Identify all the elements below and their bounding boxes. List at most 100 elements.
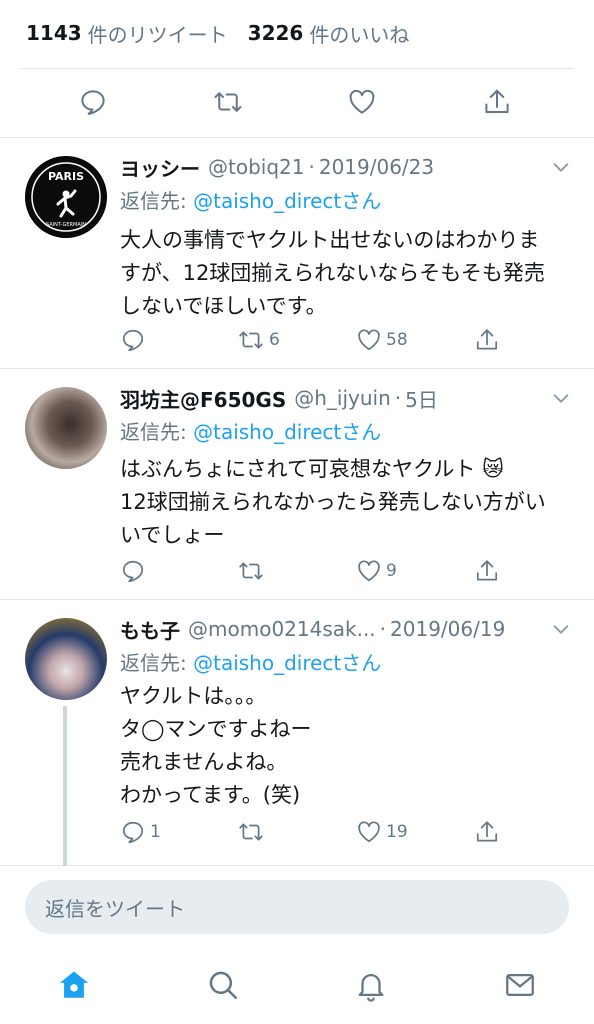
tab-search[interactable]: [203, 965, 243, 1005]
tweet-text: ヤクルトは。。。 タ◯マンですよねー 売れませんよね。 わかってます。(笑): [120, 680, 570, 812]
reply-count: 1: [150, 822, 161, 842]
retweet-button[interactable]: 6: [237, 325, 280, 355]
reply-context: 返信先: @taisho_directさん: [120, 647, 381, 675]
share-icon: [476, 329, 498, 350]
reply-tweet[interactable]: もも子 @momo0214sak... · 2019/06/19 返信先: @t…: [0, 600, 594, 866]
reply-prefix: 返信先:: [120, 420, 194, 444]
likes-label[interactable]: 件のいいね: [309, 19, 409, 48]
like-button[interactable]: 9: [356, 556, 397, 586]
share-icon: [485, 89, 509, 113]
display-name[interactable]: 羽坊主@F650GS: [120, 384, 286, 413]
tweet-stats: 1143 件のリツイート 3226 件のいいね: [26, 18, 423, 48]
messages-icon: [506, 973, 534, 997]
avatar[interactable]: PARIS SAINT-GERMAIN: [25, 156, 107, 238]
search-icon: [209, 971, 238, 1000]
reply-context: 返信先: @taisho_directさん: [120, 416, 381, 444]
avatar[interactable]: [25, 618, 107, 700]
reply-button[interactable]: [73, 82, 113, 122]
display-name[interactable]: もも子: [120, 615, 180, 644]
separator-dot: ·: [308, 155, 315, 179]
tweet-date[interactable]: 2019/06/23: [319, 155, 434, 179]
reply-to-link[interactable]: @taisho_directさん: [193, 420, 381, 444]
tweet-line: ヤクルトは。。。: [120, 684, 267, 708]
heart-icon: [358, 821, 380, 843]
separator-dot: ·: [394, 386, 402, 410]
home-icon: [59, 971, 89, 998]
retweets-count[interactable]: 1143: [26, 21, 82, 45]
tab-messages[interactable]: [500, 965, 540, 1005]
tweet-date[interactable]: 5日: [405, 384, 438, 413]
share-button[interactable]: [474, 556, 500, 586]
display-name[interactable]: ヨッシー: [120, 153, 200, 182]
reply-button[interactable]: [120, 556, 150, 586]
tweet-line: わかってます。(笑): [120, 783, 301, 807]
reply-compose-input[interactable]: 返信をツイート: [25, 880, 569, 934]
retweet-icon: [214, 92, 242, 112]
reply-icon: [122, 329, 144, 352]
tab-notifications[interactable]: [351, 965, 391, 1005]
share-icon: [476, 560, 498, 581]
user-handle[interactable]: @tobiq21: [208, 155, 304, 179]
reply-context: 返信先: @taisho_directさん: [120, 185, 381, 213]
reply-tweet[interactable]: PARIS SAINT-GERMAIN ヨッシー @tobiq21 · 2019…: [0, 138, 594, 369]
like-button[interactable]: 19: [356, 817, 408, 847]
share-button[interactable]: [474, 325, 500, 355]
svg-text:SAINT-GERMAIN: SAINT-GERMAIN: [46, 222, 86, 228]
tweet-line: すが、12球団揃えられないならそもそも発売: [120, 261, 545, 285]
svg-text:PARIS: PARIS: [48, 170, 84, 183]
reply-button[interactable]: [120, 325, 150, 355]
reply-prefix: 返信先:: [120, 189, 194, 213]
retweet-button[interactable]: [237, 817, 269, 847]
share-icon: [476, 821, 498, 842]
psg-logo-icon: PARIS SAINT-GERMAIN: [26, 157, 106, 237]
chevron-down-icon[interactable]: [550, 387, 572, 409]
divider: [0, 865, 594, 866]
tweet-line: 12球団揃えられなかったら発売しない方がい: [120, 490, 546, 514]
user-handle[interactable]: @momo0214sak...: [188, 617, 376, 641]
retweet-button[interactable]: [208, 82, 248, 122]
chevron-down-icon[interactable]: [550, 156, 572, 178]
like-count: 9: [386, 561, 397, 581]
retweet-icon: [239, 562, 263, 580]
tweet-line: 売れませんよね。: [120, 750, 288, 774]
heart-icon: [358, 560, 380, 582]
retweet-count: 6: [269, 330, 280, 350]
tweet-line: いでしょー: [120, 523, 225, 547]
user-handle[interactable]: @h_ijyuin: [294, 386, 391, 410]
like-button[interactable]: [342, 82, 382, 122]
bottom-tab-bar: [0, 955, 594, 1015]
reply-button[interactable]: 1: [120, 817, 161, 847]
retweet-button[interactable]: [237, 556, 269, 586]
tweet-date[interactable]: 2019/06/19: [390, 617, 505, 641]
reply-icon: [122, 560, 144, 583]
tweet-line: タ◯マンですよねー: [120, 717, 312, 741]
share-button[interactable]: [474, 817, 500, 847]
tweet-line: しないでほしいです。: [120, 294, 327, 318]
like-count: 19: [386, 822, 408, 842]
retweet-icon: [239, 823, 263, 841]
retweet-icon: [239, 331, 263, 349]
retweets-label[interactable]: 件のリツイート: [88, 19, 228, 48]
tweet-header: 羽坊主@F650GS @h_ijyuin · 5日: [120, 383, 544, 413]
avatar[interactable]: [25, 387, 107, 469]
tweet-line: はぶんちょにされて可哀想なヤクルト 😿: [120, 457, 504, 481]
tweet-action-bar: 6 58: [0, 325, 594, 355]
tab-home[interactable]: [54, 965, 94, 1005]
tweet-action-bar: 9: [0, 556, 594, 586]
tweet-text: はぶんちょにされて可哀想なヤクルト 😿 12球団揃えられなかったら発売しない方が…: [120, 453, 570, 552]
tweet-header: もも子 @momo0214sak... · 2019/06/19: [120, 614, 544, 644]
heart-icon: [358, 329, 380, 351]
reply-to-link[interactable]: @taisho_directさん: [193, 189, 381, 213]
like-button[interactable]: 58: [356, 325, 408, 355]
reply-tweet[interactable]: 羽坊主@F650GS @h_ijyuin · 5日 返信先: @taisho_d…: [0, 369, 594, 600]
reply-icon: [81, 90, 105, 115]
tweet-header: ヨッシー @tobiq21 · 2019/06/23: [120, 152, 544, 182]
tweet-line: 大人の事情でヤクルト出せないのはわかりま: [120, 228, 540, 252]
share-button[interactable]: [477, 82, 517, 122]
main-action-bar: [0, 82, 594, 124]
reply-icon: [122, 821, 144, 844]
thread-connector: [63, 706, 67, 866]
reply-to-link[interactable]: @taisho_directさん: [193, 651, 381, 675]
likes-count[interactable]: 3226: [248, 21, 304, 45]
chevron-down-icon[interactable]: [550, 618, 572, 640]
